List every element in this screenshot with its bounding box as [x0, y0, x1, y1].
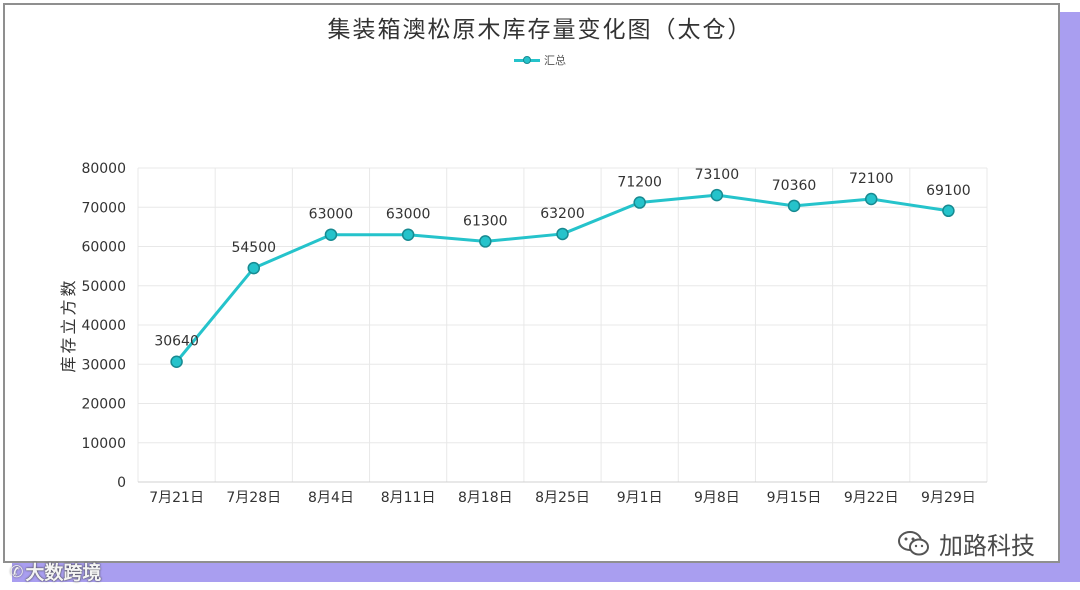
x-tick-label: 8月25日: [535, 490, 590, 506]
y-tick-label: 0: [117, 475, 126, 491]
x-tick-label: 7月21日: [149, 490, 204, 506]
data-label: 61300: [463, 213, 508, 229]
data-label: 63200: [540, 206, 585, 222]
data-label: 70360: [772, 178, 817, 194]
data-label: 63000: [309, 207, 354, 223]
data-point: [864, 192, 878, 206]
data-label: 54500: [231, 240, 276, 256]
y-tick-label: 60000: [81, 240, 126, 256]
x-tick-label: 9月22日: [844, 490, 899, 506]
x-tick-label: 8月11日: [381, 490, 436, 506]
line-chart: 0 10000 20000 30000 40000 50000 60000 70000 8000…: [81, 161, 988, 506]
x-tick-label: 8月18日: [458, 490, 513, 506]
y-tick-label: 80000: [81, 161, 126, 177]
watermark-left: ✆ 大数跨境: [10, 558, 101, 585]
data-point: [787, 199, 801, 213]
data-point: [633, 196, 646, 209]
data-label: 69100: [926, 183, 971, 199]
data-label: 30640: [154, 334, 199, 350]
data-point: [247, 261, 261, 275]
x-tick-label: 7月28日: [226, 490, 281, 506]
data-label: 63000: [386, 207, 431, 223]
data-point: [401, 228, 415, 241]
axis-layer: 0 10000 20000 30000 40000 50000 60000 70000 8000…: [81, 161, 987, 506]
data-point: [942, 204, 955, 218]
data-point: [324, 228, 338, 241]
data-point: [479, 235, 492, 248]
x-tick-label: 8月4日: [308, 490, 354, 506]
data-label: 72100: [849, 171, 894, 187]
y-tick-label: 70000: [81, 200, 126, 216]
data-label: 73100: [695, 167, 740, 183]
wechat-icon: [898, 530, 929, 555]
data-point: [710, 188, 724, 202]
watermark-right-text: 加路科技: [939, 532, 1035, 560]
x-tick-label: 9月8日: [694, 490, 740, 506]
y-tick-label: 10000: [81, 436, 126, 452]
data-point: [170, 355, 183, 368]
data-label: 71200: [617, 175, 662, 191]
y-tick-label: 30000: [81, 357, 126, 373]
x-tick-label: 9月29日: [921, 490, 976, 506]
data-point: [556, 227, 569, 241]
watermark-right: 加路科技: [897, 526, 1035, 561]
watermark-left-text: 大数跨境: [25, 562, 102, 584]
sogou-icon: ✆: [10, 562, 24, 581]
y-tick-label: 40000: [81, 318, 126, 334]
x-tick-label: 9月15日: [767, 490, 822, 506]
y-tick-label: 20000: [81, 397, 126, 413]
y-tick-label: 50000: [81, 279, 126, 295]
x-tick-label: 9月1日: [617, 490, 663, 506]
